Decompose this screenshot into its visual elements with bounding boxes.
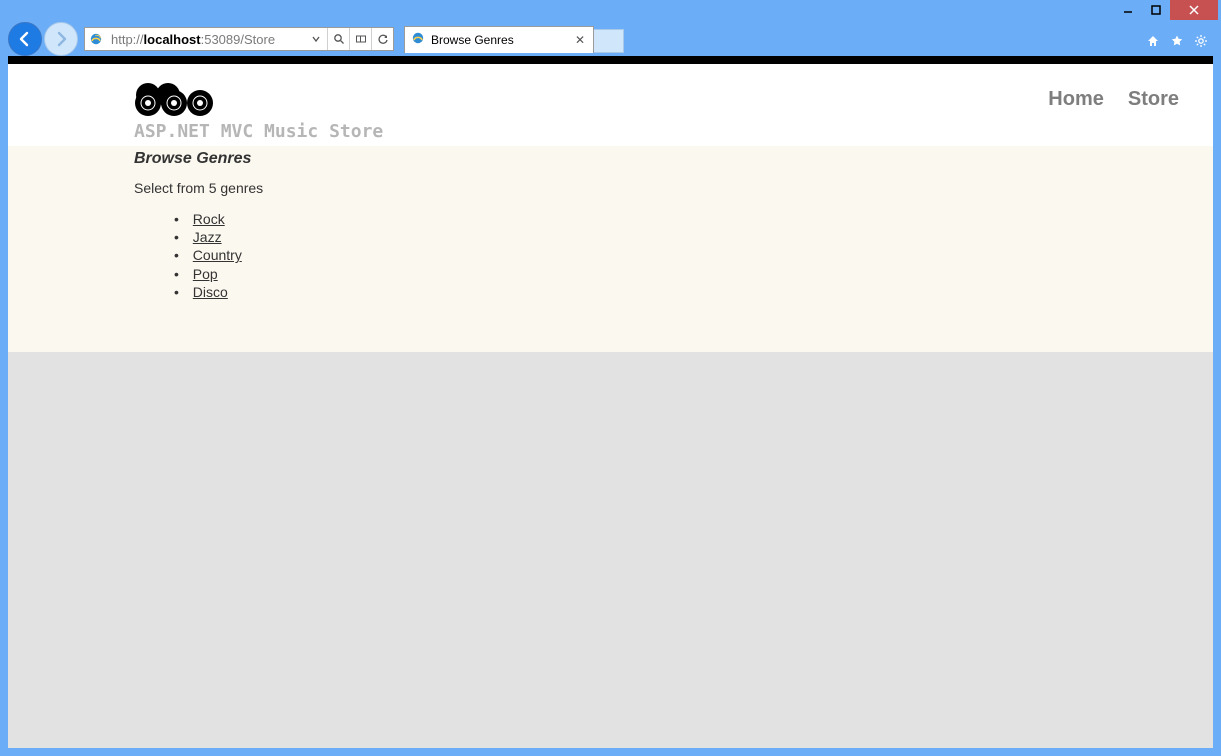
page-subtext: Select from 5 genres xyxy=(134,180,1213,196)
page-heading: Browse Genres xyxy=(134,150,1213,168)
address-dropdown-button[interactable] xyxy=(305,28,327,50)
genre-link-country[interactable]: Country xyxy=(193,247,242,263)
browser-toolbar: http://localhost:53089/Store xyxy=(8,22,1213,56)
page-content: Browse Genres Select from 5 genres Rock … xyxy=(8,146,1213,352)
browser-window: http://localhost:53089/Store xyxy=(0,0,1221,756)
tab-strip: Browse Genres ✕ xyxy=(404,26,624,53)
search-button[interactable] xyxy=(327,28,349,50)
genre-link-jazz[interactable]: Jazz xyxy=(193,229,222,245)
list-item: Country xyxy=(174,246,1213,264)
tab-close-button[interactable]: ✕ xyxy=(573,33,587,47)
list-item: Pop xyxy=(174,265,1213,283)
url-protocol: http:// xyxy=(111,32,144,47)
site-logo-area: ASP.NET MVC Music Store xyxy=(134,82,383,142)
ie-favicon-icon xyxy=(411,31,425,48)
site-nav: Home Store xyxy=(1048,82,1179,111)
refresh-button[interactable] xyxy=(371,28,393,50)
minimize-button[interactable] xyxy=(1114,0,1142,20)
page-viewport: ASP.NET MVC Music Store Home Store Brows… xyxy=(8,56,1213,748)
new-tab-button[interactable] xyxy=(594,29,624,53)
tab-browse-genres[interactable]: Browse Genres ✕ xyxy=(404,26,594,53)
list-item: Rock xyxy=(174,210,1213,228)
list-item: Jazz xyxy=(174,228,1213,246)
ie-favicon-icon xyxy=(85,32,107,46)
list-item: Disco xyxy=(174,283,1213,301)
genre-link-pop[interactable]: Pop xyxy=(193,266,218,282)
url-rest: :53089/Store xyxy=(201,32,275,47)
url-input[interactable]: http://localhost:53089/Store xyxy=(107,30,305,49)
nav-link-store[interactable]: Store xyxy=(1128,88,1179,111)
site-title: ASP.NET MVC Music Store xyxy=(134,121,383,142)
maximize-button[interactable] xyxy=(1142,0,1170,20)
url-host: localhost xyxy=(144,32,201,47)
genre-link-rock[interactable]: Rock xyxy=(193,211,225,227)
page-top-bar xyxy=(8,56,1213,64)
forward-button[interactable] xyxy=(44,22,78,56)
close-button[interactable] xyxy=(1170,0,1218,20)
compat-view-button[interactable] xyxy=(349,28,371,50)
tab-label: Browse Genres xyxy=(431,33,567,47)
address-bar[interactable]: http://localhost:53089/Store xyxy=(84,27,394,51)
nav-link-home[interactable]: Home xyxy=(1048,88,1104,111)
vinyl-records-logo-icon xyxy=(134,82,383,119)
window-controls xyxy=(1114,0,1218,20)
genre-list: Rock Jazz Country Pop Disco xyxy=(134,210,1213,301)
back-button[interactable] xyxy=(8,22,42,56)
site-header: ASP.NET MVC Music Store Home Store xyxy=(8,64,1213,146)
genre-link-disco[interactable]: Disco xyxy=(193,284,228,300)
